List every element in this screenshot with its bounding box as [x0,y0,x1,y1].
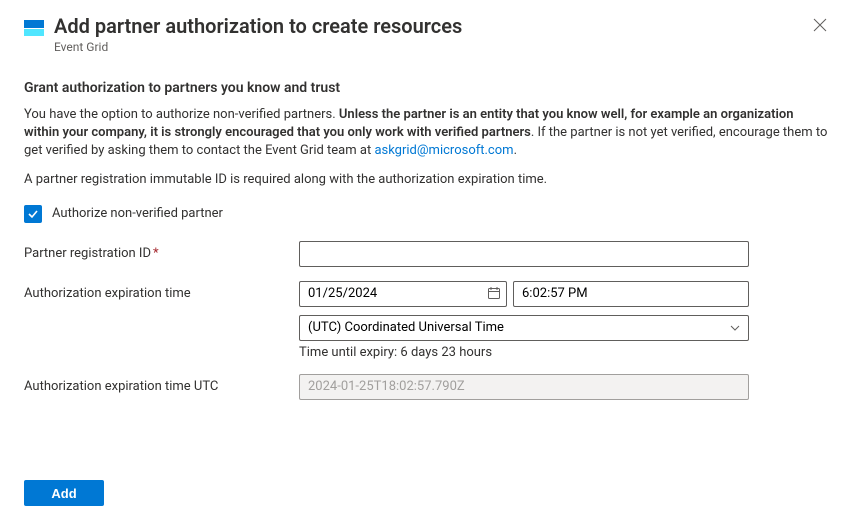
panel-subtitle: Event Grid [54,40,809,54]
calendar-icon[interactable] [487,286,501,304]
chevron-down-icon [729,322,741,338]
timezone-select[interactable] [299,315,749,341]
desc-pre: You have the option to authorize non-ver… [24,107,339,122]
add-button[interactable]: Add [24,480,104,506]
contact-email-link[interactable]: askgrid@microsoft.com [374,143,513,158]
close-icon[interactable] [809,14,831,39]
event-grid-icon [24,18,44,38]
checkmark-icon [27,208,39,220]
panel-header: Add partner authorization to create reso… [24,14,831,54]
registration-id-input[interactable] [299,241,749,267]
authorize-nonverified-label: Authorize non-verified partner [52,206,223,221]
authorize-nonverified-checkbox[interactable] [24,205,42,223]
description-1: You have the option to authorize non-ver… [24,106,831,161]
expiration-time-input[interactable] [513,281,749,307]
expiration-time-label: Authorization expiration time [24,281,299,301]
registration-id-label: Partner registration ID* [24,241,299,261]
time-until-expiry: Time until expiry: 6 days 23 hours [299,345,749,360]
expiration-date-input[interactable] [299,281,507,307]
desc-post2: . [514,143,517,158]
description-2: A partner registration immutable ID is r… [24,171,831,189]
expiration-utc-label: Authorization expiration time UTC [24,374,299,394]
expiration-utc-input [299,374,749,400]
panel-title: Add partner authorization to create reso… [54,14,809,38]
section-heading: Grant authorization to partners you know… [24,80,831,96]
